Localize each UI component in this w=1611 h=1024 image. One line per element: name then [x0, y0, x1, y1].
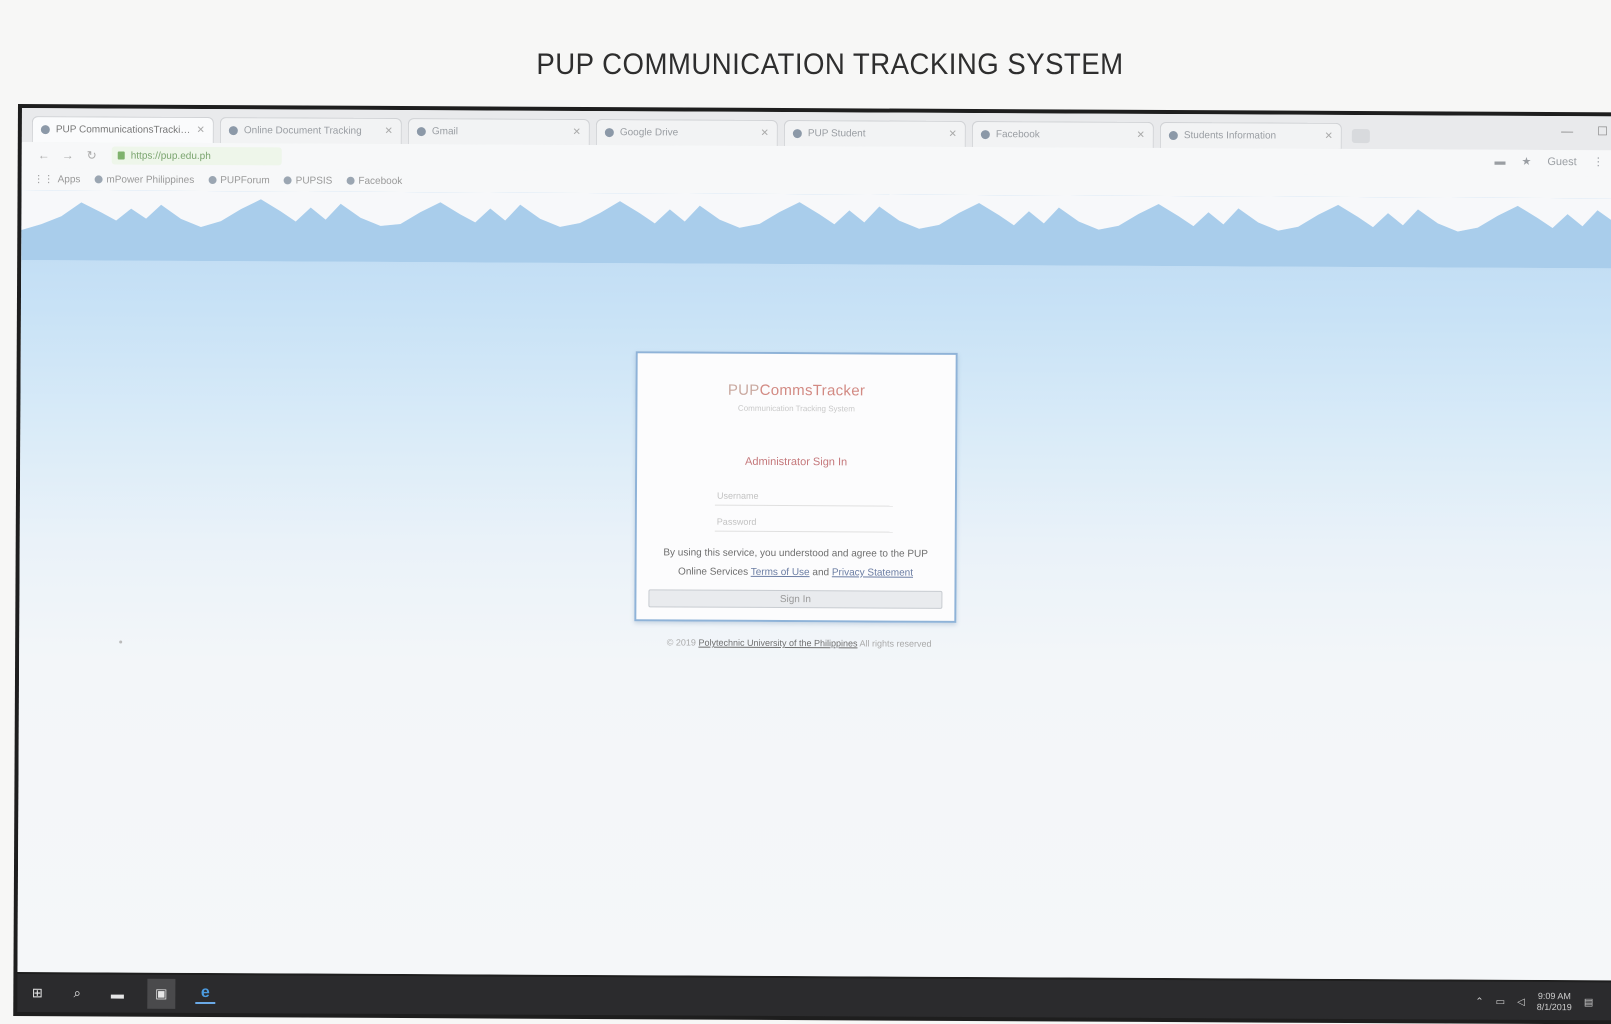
browser-tab[interactable]: Google Drive ✕: [595, 119, 778, 146]
url-text: https://pup.edu.ph: [130, 150, 211, 162]
bookmark-favicon-icon: [283, 176, 292, 185]
close-icon[interactable]: ✕: [1324, 131, 1332, 142]
tab-label: Google Drive: [619, 127, 679, 139]
bookmark-item[interactable]: mPower Philippines: [94, 173, 195, 186]
browser-window: PUP CommunicationsTracking ✕ Online Docum…: [17, 108, 1611, 981]
close-icon[interactable]: ✕: [948, 129, 956, 140]
terms-of-use-link[interactable]: Terms of Use: [751, 567, 810, 578]
logo-subtitle: Communication Tracking System: [737, 403, 855, 414]
minimize-icon[interactable]: —: [1561, 124, 1573, 138]
close-icon[interactable]: ✕: [572, 127, 580, 138]
volume-icon[interactable]: ◁: [1517, 996, 1525, 1007]
chevron-up-icon[interactable]: ⌃: [1475, 996, 1483, 1007]
page-footer: © 2019 Polytechnic University of the Phi…: [639, 637, 959, 649]
apps-icon: ⋮⋮: [33, 173, 54, 185]
profile-label[interactable]: Guest: [1547, 156, 1576, 168]
username-input[interactable]: [714, 485, 894, 507]
window-controls: — ☐: [1561, 124, 1608, 138]
url-field[interactable]: https://pup.edu.ph: [111, 146, 282, 166]
close-icon[interactable]: ✕: [1136, 130, 1144, 141]
lock-icon: [117, 151, 125, 160]
terms-and-text: and: [812, 567, 830, 579]
bookmark-item[interactable]: ⋮⋮ Apps: [34, 174, 81, 185]
tab-favicon-icon: [792, 129, 802, 139]
document-title: PUP COMMUNICATION TRACKING SYSTEM: [536, 48, 1124, 81]
tab-label: Online Document Tracking: [243, 125, 362, 137]
file-explorer-icon[interactable]: ▬: [107, 984, 127, 1002]
logo-text-pup: PUP: [727, 381, 760, 399]
tab-favicon-icon: [604, 128, 614, 138]
bookmark-label: PUPSIS: [295, 174, 333, 187]
close-icon[interactable]: ✕: [196, 125, 204, 136]
rights-text: All rights reserved: [859, 638, 932, 649]
close-icon[interactable]: ✕: [760, 128, 768, 139]
reload-icon[interactable]: ↻: [82, 148, 102, 162]
monitor-screen: PUP CommunicationsTracking ✕ Online Docum…: [13, 104, 1611, 1024]
bookmark-item[interactable]: PUPForum: [208, 174, 270, 186]
browser-tab[interactable]: Gmail ✕: [407, 118, 590, 145]
site-logo: PUPCommsTracker: [637, 381, 955, 400]
sign-in-button[interactable]: Sign In: [648, 589, 943, 609]
terms-notice: By using this service, you understood an…: [657, 543, 935, 582]
bookmark-label: mPower Philippines: [106, 173, 195, 186]
privacy-statement-link[interactable]: Privacy Statement: [832, 567, 913, 578]
tab-label: PUP CommunicationsTracking: [55, 124, 191, 136]
tab-favicon-icon: [980, 130, 990, 140]
bookmark-favicon-icon: [346, 176, 355, 185]
maximize-icon[interactable]: ☐: [1597, 124, 1608, 138]
tab-favicon-icon: [228, 126, 238, 136]
clock-date: 8/1/2019: [1536, 1001, 1572, 1013]
menu-icon[interactable]: ⋮: [1593, 155, 1604, 168]
browser-tab[interactable]: Online Document Tracking ✕: [219, 117, 402, 145]
browser-tab[interactable]: Students Information ✕: [1159, 121, 1342, 149]
close-icon[interactable]: ✕: [384, 126, 392, 137]
star-icon[interactable]: ★: [1521, 155, 1531, 168]
bookmark-label: PUPForum: [220, 174, 270, 186]
bookmark-item[interactable]: PUPSIS: [283, 174, 333, 187]
bookmark-label: Apps: [57, 173, 81, 185]
toolbar-right: ▬ ★ Guest ⋮: [1494, 155, 1604, 168]
tab-favicon-icon: [1168, 131, 1178, 141]
edge-browser-icon[interactable]: e: [195, 983, 216, 1005]
clock[interactable]: 9:09 AM 8/1/2019: [1537, 991, 1572, 1013]
login-heading: Administrator Sign In: [745, 455, 848, 469]
logo-text-name: CommsTracker: [759, 381, 866, 400]
browser-tab[interactable]: PUP Student ✕: [783, 120, 966, 147]
search-icon[interactable]: ⌕: [67, 984, 87, 1002]
new-tab-button[interactable]: [1351, 128, 1370, 144]
taskbar: ⊞ ⌕ ▬ ▣ e ⌃ ▭ ◁ 9:09 AM 8/1/2019 ▤: [17, 974, 1611, 1021]
bookmark-favicon-icon: [208, 175, 217, 185]
browser-tab[interactable]: Facebook ✕: [971, 120, 1154, 148]
university-link[interactable]: Polytechnic University of the Philippine…: [698, 638, 857, 649]
copyright-text: © 2019: [666, 637, 696, 648]
skyline-banner: [21, 190, 1611, 269]
bookmark-item[interactable]: Facebook: [346, 175, 403, 187]
browser-tab[interactable]: PUP CommunicationsTracking ✕: [31, 116, 214, 144]
password-input[interactable]: [714, 511, 893, 533]
login-page: PUPCommsTracker Communication Tracking S…: [17, 190, 1611, 981]
tab-label: Students Information: [1183, 130, 1277, 142]
login-card: PUPCommsTracker Communication Tracking S…: [634, 351, 958, 623]
forward-icon[interactable]: →: [58, 148, 78, 162]
app-icon[interactable]: ▣: [147, 978, 176, 1009]
start-icon[interactable]: ⊞: [27, 984, 47, 1002]
tab-favicon-icon: [40, 125, 50, 135]
tab-label: Facebook: [995, 129, 1040, 141]
bookmark-favicon-icon: [94, 175, 103, 184]
system-tray: ⌃ ▭ ◁ 9:09 AM 8/1/2019 ▤: [1475, 991, 1593, 1014]
tab-label: PUP Student: [807, 128, 866, 140]
back-icon[interactable]: ←: [34, 148, 54, 162]
bookmark-label: Facebook: [358, 175, 403, 187]
clock-time: 9:09 AM: [1537, 990, 1571, 1002]
extension-icon[interactable]: ▬: [1494, 155, 1505, 167]
tab-favicon-icon: [416, 127, 426, 137]
cursor-dot: [119, 640, 123, 644]
tab-label: Gmail: [431, 126, 459, 138]
network-icon[interactable]: ▭: [1496, 996, 1506, 1007]
notification-icon[interactable]: ▤: [1584, 997, 1594, 1008]
